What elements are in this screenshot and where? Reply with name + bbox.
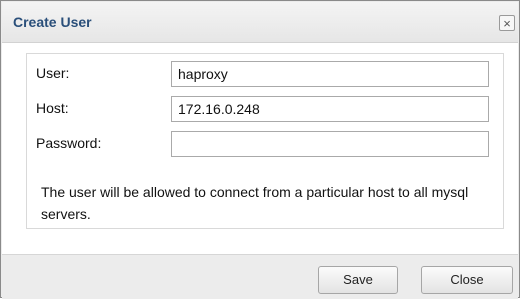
host-label: Host: bbox=[36, 100, 69, 116]
close-button[interactable]: Close bbox=[421, 266, 513, 294]
password-label: Password: bbox=[36, 135, 102, 151]
close-icon[interactable]: × bbox=[499, 15, 515, 31]
host-field[interactable]: 172.16.0.248 bbox=[171, 96, 489, 122]
save-button[interactable]: Save bbox=[318, 266, 398, 294]
dialog-title: Create User bbox=[13, 14, 92, 30]
dialog-footer: Save Close bbox=[2, 254, 518, 299]
password-field[interactable] bbox=[171, 131, 489, 157]
connection-note: The user will be allowed to connect from… bbox=[41, 184, 469, 222]
dialog-body: User: haproxy Host: 172.16.0.248 Passwor… bbox=[2, 43, 518, 254]
user-field[interactable]: haproxy bbox=[171, 61, 489, 87]
form-panel: User: haproxy Host: 172.16.0.248 Passwor… bbox=[26, 53, 504, 229]
create-user-dialog: Create User × User: haproxy Host: 172.16… bbox=[0, 0, 520, 299]
dialog-titlebar: Create User × bbox=[2, 2, 518, 43]
user-label: User: bbox=[36, 65, 70, 81]
